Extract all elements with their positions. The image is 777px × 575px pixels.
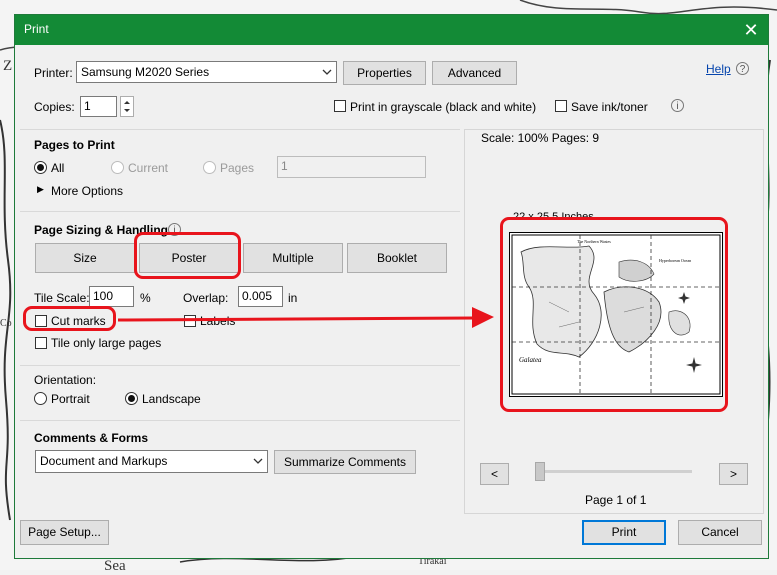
annotation-arrow-icon — [117, 307, 494, 328]
